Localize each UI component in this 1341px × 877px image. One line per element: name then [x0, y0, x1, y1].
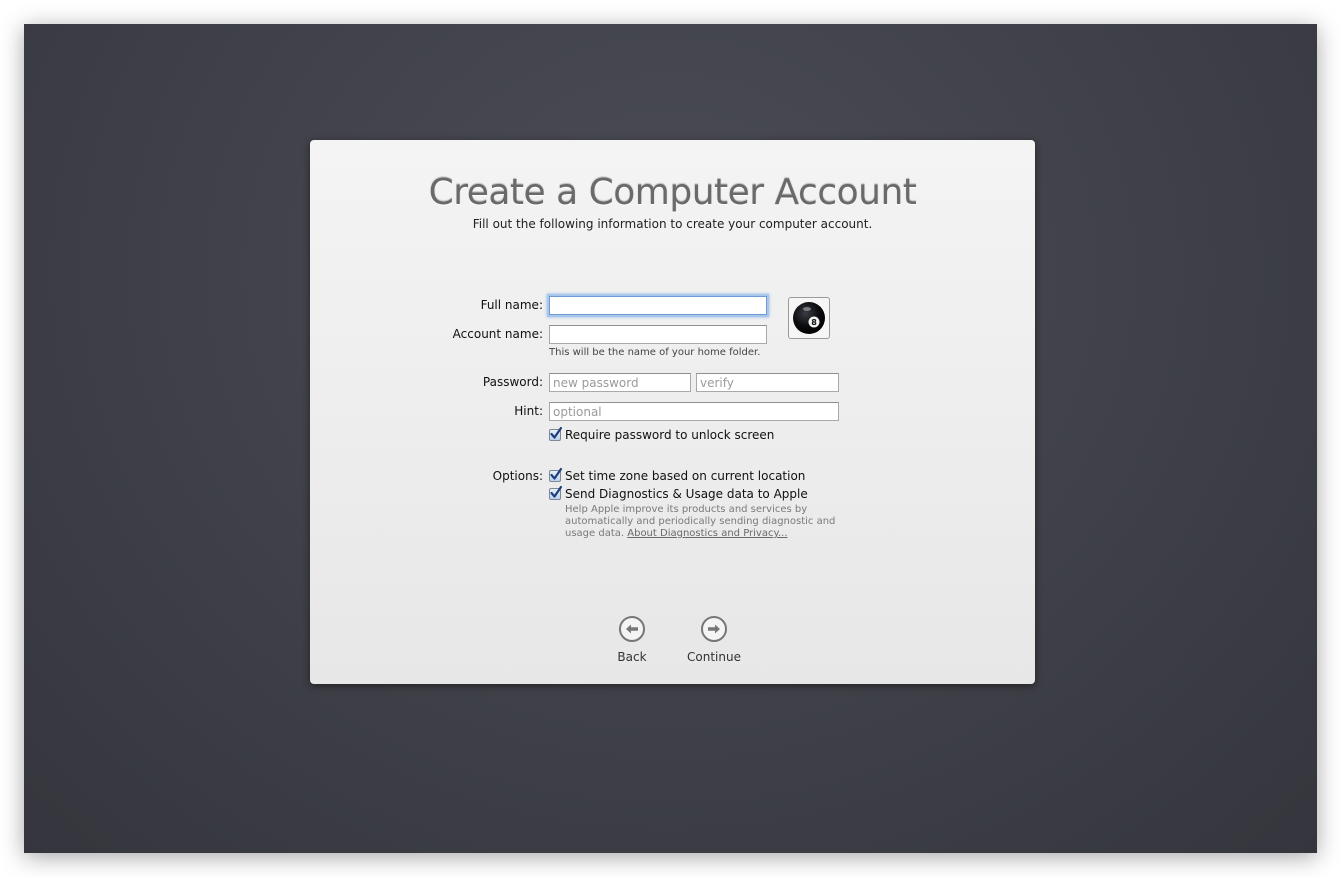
- full-name-label: Full name:: [480, 298, 543, 312]
- page-title: Create a Computer Account: [428, 172, 917, 213]
- options-label: Options:: [492, 469, 543, 483]
- diagnostics-row[interactable]: Send Diagnostics & Usage data to Apple: [549, 485, 808, 501]
- svg-text:8: 8: [811, 318, 817, 327]
- hint-label: Hint:: [514, 404, 543, 418]
- diagnostics-checkbox[interactable]: [549, 485, 563, 500]
- password-input[interactable]: [549, 373, 691, 392]
- checkmark-icon: [550, 426, 563, 439]
- checkmark-icon: [550, 485, 563, 498]
- setup-assistant-dialog: Create a Computer Account Fill out the f…: [310, 140, 1035, 684]
- hint-input[interactable]: [549, 402, 839, 421]
- user-picture-button[interactable]: 8: [788, 297, 830, 339]
- account-name-label: Account name:: [452, 327, 543, 341]
- continue-button[interactable]: Continue: [674, 615, 754, 664]
- diagnostics-help: Help Apple improve its products and serv…: [565, 504, 845, 540]
- time-zone-checkbox[interactable]: [549, 467, 563, 482]
- arrow-right-circle-icon: [701, 616, 727, 642]
- full-name-input[interactable]: [549, 296, 767, 315]
- require-password-checkbox[interactable]: [549, 426, 563, 441]
- eight-ball-icon: 8: [793, 302, 825, 334]
- desktop-background: Create a Computer Account Fill out the f…: [24, 24, 1317, 853]
- back-label: Back: [617, 650, 647, 664]
- account-name-note: This will be the name of your home folde…: [549, 347, 761, 358]
- diagnostics-label: Send Diagnostics & Usage data to Apple: [565, 487, 808, 501]
- time-zone-label: Set time zone based on current location: [565, 469, 806, 483]
- checkmark-icon: [550, 467, 563, 480]
- password-label: Password:: [482, 375, 543, 389]
- verify-password-input[interactable]: [696, 373, 839, 392]
- arrow-left-circle-icon: [619, 616, 645, 642]
- page-subtitle: Fill out the following information to cr…: [472, 217, 873, 231]
- back-button[interactable]: Back: [592, 615, 672, 664]
- require-password-row[interactable]: Require password to unlock screen: [549, 426, 775, 442]
- require-password-label: Require password to unlock screen: [565, 428, 775, 442]
- diagnostics-privacy-link[interactable]: About Diagnostics and Privacy...: [627, 528, 787, 539]
- time-zone-row[interactable]: Set time zone based on current location: [549, 467, 806, 483]
- continue-label: Continue: [687, 650, 741, 664]
- account-name-input[interactable]: [549, 325, 767, 344]
